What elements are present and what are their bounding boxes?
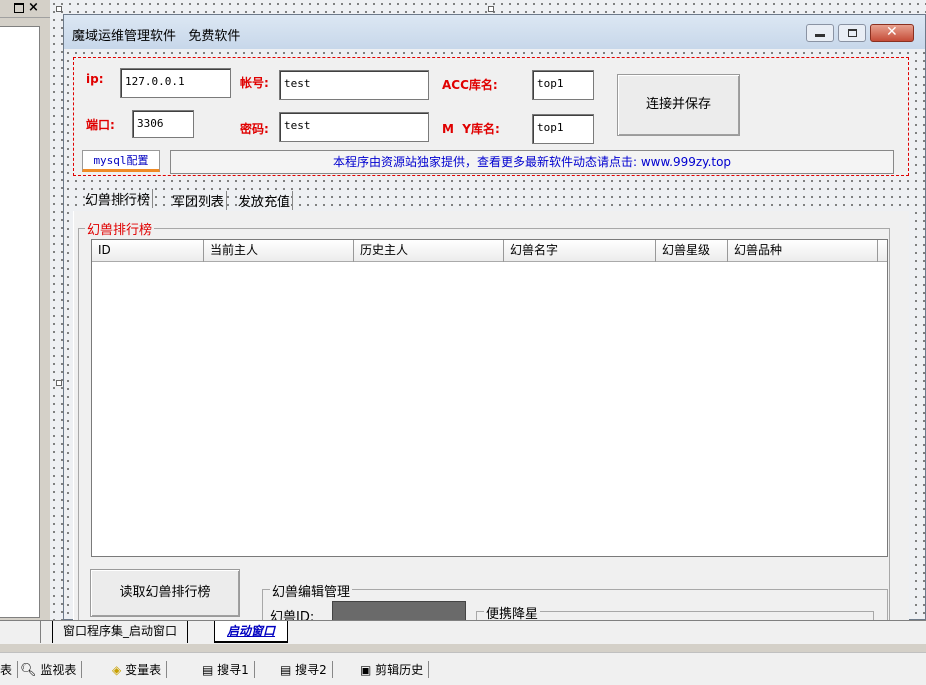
pet-edit-group-title: 幻兽编辑管理: [270, 581, 353, 600]
pet-ranking-group-title: 幻兽排行榜: [87, 223, 153, 238]
pet-ranking-table[interactable]: ID 当前主人 历史主人 幻兽名字 幻兽星级 幻兽品种: [91, 239, 888, 557]
acc-db-input[interactable]: top1: [532, 70, 594, 100]
tab-recharge[interactable]: 发放充值: [236, 191, 294, 210]
bottom-toolbar: 表 🔍︎ 监视表 ◈ 变量表 ▤ 搜寻1 ▤ 搜寻2 ▣ 剪辑历史: [0, 652, 926, 685]
tab-mysql-config[interactable]: mysql配置: [82, 150, 160, 172]
close-icon: ✕: [886, 24, 898, 40]
left-panel-body: [0, 26, 40, 618]
tab-legion-list[interactable]: 军团列表: [170, 191, 228, 210]
bottom-tab-watch[interactable]: 🔍︎ 监视表: [20, 661, 83, 678]
bottom-tab-variables-label: 变量表: [125, 663, 162, 677]
ip-input[interactable]: 127.0.0.1: [120, 68, 231, 98]
doc-tab-program-set[interactable]: 窗口程序集_启动窗口: [52, 621, 189, 643]
connect-save-button[interactable]: 连接并保存: [617, 74, 740, 136]
ip-label: ip:: [86, 72, 104, 86]
search-doc-icon: ▤: [202, 663, 214, 677]
info-banner-link[interactable]: 本程序由资源站独家提供，查看更多最新软件动态请点击: www.999zy.top: [170, 150, 894, 174]
window-title: 魔域运维管理软件 免费软件: [72, 29, 241, 44]
left-panel: ×: [0, 0, 50, 620]
my-db-input[interactable]: top1: [532, 114, 594, 144]
connection-panel: ip: 127.0.0.1 帐号: test ACC库名: top1 连接并保存…: [73, 57, 909, 176]
clipboard-icon: ▣: [360, 663, 372, 677]
read-pet-ranking-button[interactable]: 读取幻兽排行榜: [90, 569, 240, 617]
bottom-tab-variables[interactable]: ◈ 变量表: [112, 661, 168, 678]
resize-handle[interactable]: [56, 6, 62, 12]
maximize-button[interactable]: [838, 24, 866, 42]
column-header-pet-star[interactable]: 幻兽星级: [656, 240, 728, 262]
password-input[interactable]: test: [279, 112, 429, 142]
left-panel-header: ×: [0, 0, 50, 18]
my-db-label: M Y库名:: [442, 122, 500, 136]
table-header: ID 当前主人 历史主人 幻兽名字 幻兽星级 幻兽品种: [92, 240, 887, 262]
acc-db-label: ACC库名:: [442, 78, 498, 92]
title-bar: 魔域运维管理软件 免费软件 ✕: [64, 15, 925, 49]
port-input[interactable]: 3306: [132, 110, 194, 138]
app-window: 魔域运维管理软件 免费软件 ✕ ip: 127.0.0.1 帐号: test A…: [63, 14, 926, 631]
bottom-tab-search1[interactable]: ▤ 搜寻1: [202, 661, 255, 678]
password-label: 密码:: [240, 122, 269, 136]
tab-pet-ranking[interactable]: 幻兽排行榜: [83, 189, 154, 208]
bottom-tab-clip-history[interactable]: ▣ 剪辑历史: [360, 661, 430, 678]
bottom-tab-watch-label: 监视表: [40, 663, 77, 677]
doc-tab-program-set-label: 窗口程序集_启动窗口: [63, 624, 178, 638]
bottom-tab-table-label: 表: [0, 663, 13, 677]
account-label: 帐号:: [240, 76, 269, 90]
main-tab-strip: 幻兽排行榜 军团列表 发放充值: [73, 187, 909, 211]
restore-icon[interactable]: [14, 3, 24, 13]
variables-icon: ◈: [112, 663, 122, 677]
magnifier-icon: 🔍︎: [20, 663, 37, 678]
bottom-tab-search2[interactable]: ▤ 搜寻2: [280, 661, 333, 678]
resize-handle[interactable]: [56, 380, 62, 386]
column-header-pet-name[interactable]: 幻兽名字: [504, 240, 656, 262]
doc-tab-startup-window-label: 启动窗口: [227, 624, 276, 638]
doc-tab-divider: [40, 621, 41, 643]
doc-tab-startup-window[interactable]: 启动窗口: [214, 621, 289, 643]
minimize-button[interactable]: [806, 24, 834, 42]
maximize-icon: [848, 29, 857, 37]
bottom-tab-table[interactable]: 表: [0, 661, 19, 678]
document-tab-bar: 窗口程序集_启动窗口 启动窗口: [0, 620, 926, 644]
minimize-icon: [815, 34, 825, 37]
search-doc-icon: ▤: [280, 663, 292, 677]
close-icon[interactable]: ×: [28, 0, 39, 15]
close-button[interactable]: ✕: [870, 24, 914, 42]
column-header-current-owner[interactable]: 当前主人: [204, 240, 354, 262]
port-label: 端口:: [86, 118, 115, 132]
bottom-tab-search1-label: 搜寻1: [217, 663, 249, 677]
column-header-pet-breed[interactable]: 幻兽品种: [728, 240, 878, 262]
resize-handle[interactable]: [488, 6, 494, 12]
column-header-history-owner[interactable]: 历史主人: [354, 240, 504, 262]
account-input[interactable]: test: [279, 70, 429, 100]
bottom-tab-clip-history-label: 剪辑历史: [375, 663, 424, 677]
column-header-id[interactable]: ID: [92, 240, 204, 262]
tab-content-panel: 幻兽排行榜 ID 当前主人 历史主人 幻兽名字 幻兽星级 幻兽品种 读取幻兽排行…: [73, 211, 909, 631]
bottom-tab-search2-label: 搜寻2: [295, 663, 327, 677]
